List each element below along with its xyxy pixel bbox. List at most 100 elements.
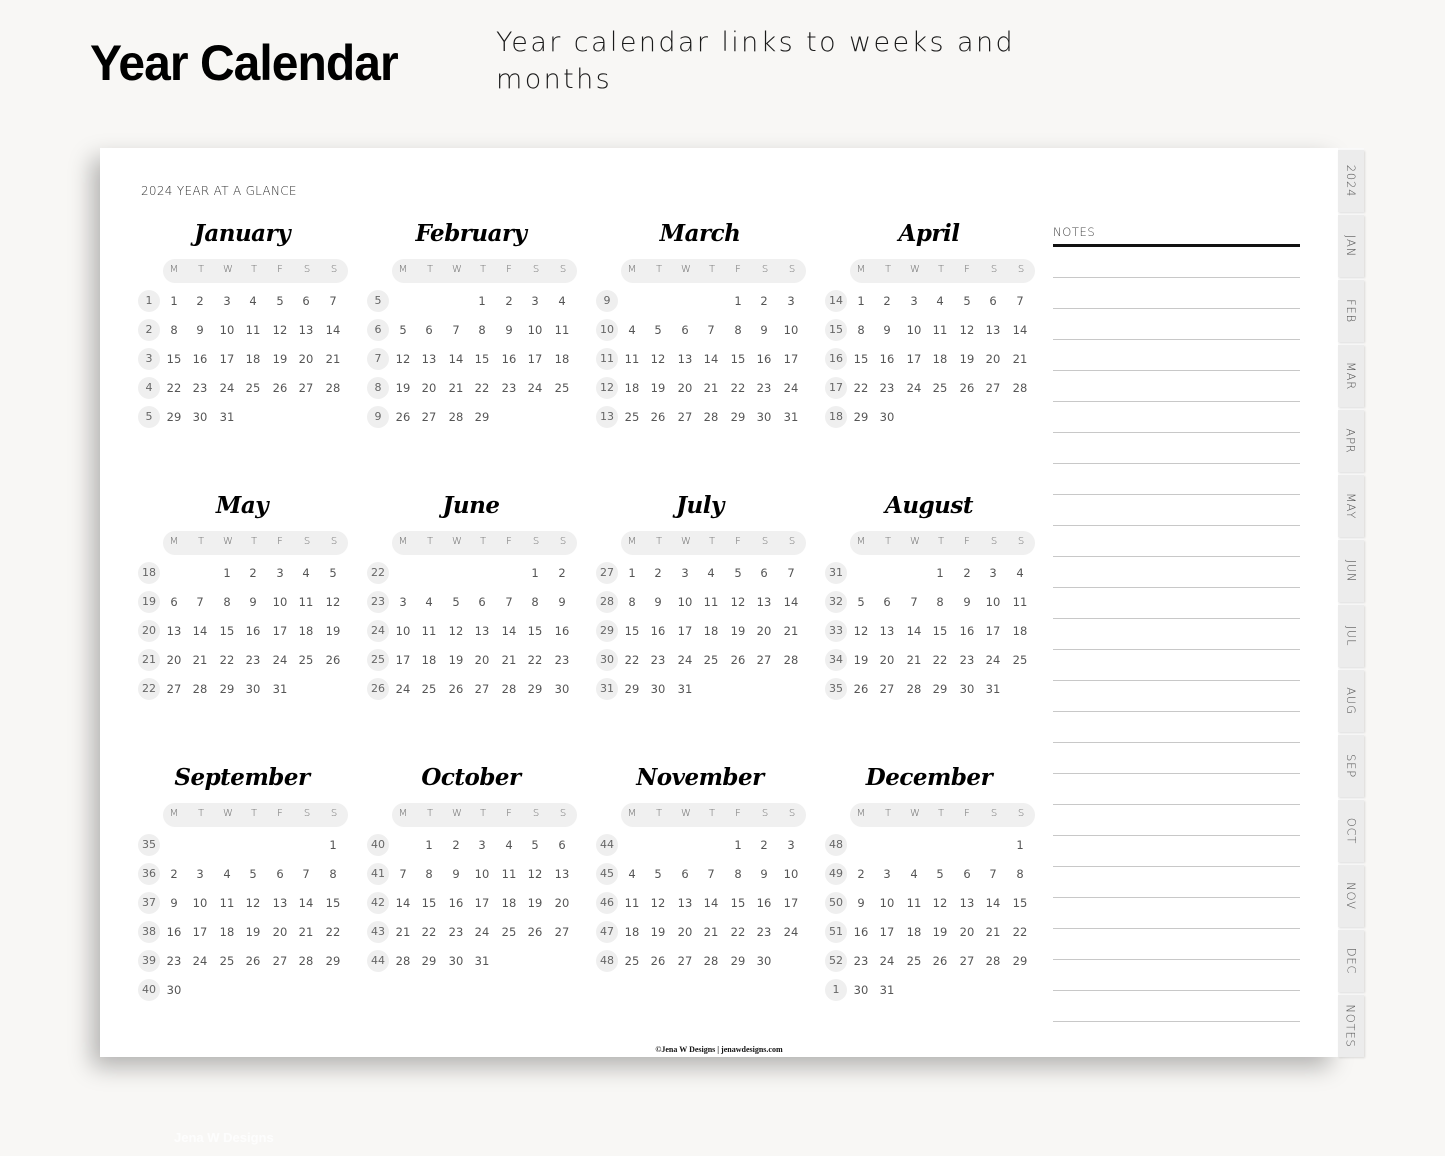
notes-line[interactable] <box>1053 339 1300 340</box>
notes-line[interactable] <box>1053 401 1300 402</box>
week-number-link[interactable]: 9 <box>367 406 389 428</box>
week-number-link[interactable]: 28 <box>596 591 618 613</box>
week-number-link[interactable]: 44 <box>367 950 389 972</box>
month-title-link[interactable]: January <box>138 220 346 247</box>
week-number-link[interactable]: 6 <box>367 319 389 341</box>
notes-line[interactable] <box>1053 866 1300 867</box>
tab-dec[interactable]: DEC <box>1338 930 1364 992</box>
week-number-link[interactable]: 22 <box>138 678 160 700</box>
notes-line[interactable] <box>1053 897 1300 898</box>
week-number-link[interactable]: 8 <box>367 377 389 399</box>
notes-line[interactable] <box>1053 680 1300 681</box>
tab-aug[interactable]: AUG <box>1338 670 1364 732</box>
week-number-link[interactable]: 39 <box>138 950 160 972</box>
week-number-link[interactable]: 3 <box>138 348 160 370</box>
week-number-link[interactable]: 21 <box>138 649 160 671</box>
week-number-link[interactable]: 22 <box>367 562 389 584</box>
week-number-link[interactable]: 46 <box>596 892 618 914</box>
week-number-link[interactable]: 13 <box>596 406 618 428</box>
week-number-link[interactable]: 2 <box>138 319 160 341</box>
week-number-link[interactable]: 27 <box>596 562 618 584</box>
notes-line[interactable] <box>1053 990 1300 991</box>
month-title-link[interactable]: September <box>138 764 346 791</box>
month-title-link[interactable]: February <box>367 220 575 247</box>
week-number-link[interactable]: 7 <box>367 348 389 370</box>
week-number-link[interactable]: 34 <box>825 649 847 671</box>
week-number-link[interactable]: 41 <box>367 863 389 885</box>
month-title-link[interactable]: August <box>825 492 1033 519</box>
week-number-link[interactable]: 5 <box>138 406 160 428</box>
tab-apr[interactable]: APR <box>1338 410 1364 472</box>
notes-line[interactable] <box>1053 432 1300 433</box>
week-number-link[interactable]: 5 <box>367 290 389 312</box>
notes-line[interactable] <box>1053 773 1300 774</box>
week-number-link[interactable]: 31 <box>596 678 618 700</box>
week-number-link[interactable]: 40 <box>367 834 389 856</box>
month-title-link[interactable]: May <box>138 492 346 519</box>
week-number-link[interactable]: 15 <box>825 319 847 341</box>
notes-line[interactable] <box>1053 649 1300 650</box>
week-number-link[interactable]: 20 <box>138 620 160 642</box>
month-title-link[interactable]: June <box>367 492 575 519</box>
week-number-link[interactable]: 31 <box>825 562 847 584</box>
notes-line[interactable] <box>1053 277 1300 278</box>
week-number-link[interactable]: 35 <box>825 678 847 700</box>
week-number-link[interactable]: 24 <box>367 620 389 642</box>
week-number-link[interactable]: 10 <box>596 319 618 341</box>
notes-line[interactable] <box>1053 959 1300 960</box>
week-number-link[interactable]: 37 <box>138 892 160 914</box>
tab-2024[interactable]: 2024 <box>1338 150 1364 212</box>
notes-line[interactable] <box>1053 308 1300 309</box>
notes-line[interactable] <box>1053 711 1300 712</box>
week-number-link[interactable]: 9 <box>596 290 618 312</box>
week-number-link[interactable]: 14 <box>825 290 847 312</box>
notes-line[interactable] <box>1053 742 1300 743</box>
week-number-link[interactable]: 25 <box>367 649 389 671</box>
tab-oct[interactable]: OCT <box>1338 800 1364 862</box>
tab-sep[interactable]: SEP <box>1338 735 1364 797</box>
week-number-link[interactable]: 48 <box>596 950 618 972</box>
week-number-link[interactable]: 33 <box>825 620 847 642</box>
notes-line[interactable] <box>1053 928 1300 929</box>
week-number-link[interactable]: 1 <box>825 979 847 1001</box>
week-number-link[interactable]: 35 <box>138 834 160 856</box>
notes-line[interactable] <box>1053 525 1300 526</box>
tab-jul[interactable]: JUL <box>1338 605 1364 667</box>
week-number-link[interactable]: 17 <box>825 377 847 399</box>
week-number-link[interactable]: 1 <box>138 290 160 312</box>
week-number-link[interactable]: 44 <box>596 834 618 856</box>
month-title-link[interactable]: November <box>596 764 804 791</box>
month-title-link[interactable]: July <box>596 492 804 519</box>
week-number-link[interactable]: 23 <box>367 591 389 613</box>
week-number-link[interactable]: 12 <box>596 377 618 399</box>
notes-line[interactable] <box>1053 804 1300 805</box>
month-title-link[interactable]: April <box>825 220 1033 247</box>
notes-line[interactable] <box>1053 618 1300 619</box>
week-number-link[interactable]: 45 <box>596 863 618 885</box>
week-number-link[interactable]: 36 <box>138 863 160 885</box>
week-number-link[interactable]: 11 <box>596 348 618 370</box>
month-title-link[interactable]: October <box>367 764 575 791</box>
notes-line[interactable] <box>1053 587 1300 588</box>
week-number-link[interactable]: 26 <box>367 678 389 700</box>
week-number-link[interactable]: 51 <box>825 921 847 943</box>
week-number-link[interactable]: 50 <box>825 892 847 914</box>
week-number-link[interactable]: 49 <box>825 863 847 885</box>
notes-line[interactable] <box>1053 556 1300 557</box>
week-number-link[interactable]: 40 <box>138 979 160 1001</box>
notes-line[interactable] <box>1053 835 1300 836</box>
tab-may[interactable]: MAY <box>1338 475 1364 537</box>
week-number-link[interactable]: 48 <box>825 834 847 856</box>
week-number-link[interactable]: 32 <box>825 591 847 613</box>
week-number-link[interactable]: 38 <box>138 921 160 943</box>
notes-line[interactable] <box>1053 370 1300 371</box>
notes-line[interactable] <box>1053 463 1300 464</box>
notes-line[interactable] <box>1053 1021 1300 1022</box>
tab-nov[interactable]: NOV <box>1338 865 1364 927</box>
tab-jun[interactable]: JUN <box>1338 540 1364 602</box>
tab-jan[interactable]: JAN <box>1338 215 1364 277</box>
week-number-link[interactable]: 30 <box>596 649 618 671</box>
week-number-link[interactable]: 43 <box>367 921 389 943</box>
week-number-link[interactable]: 18 <box>825 406 847 428</box>
notes-line[interactable] <box>1053 494 1300 495</box>
